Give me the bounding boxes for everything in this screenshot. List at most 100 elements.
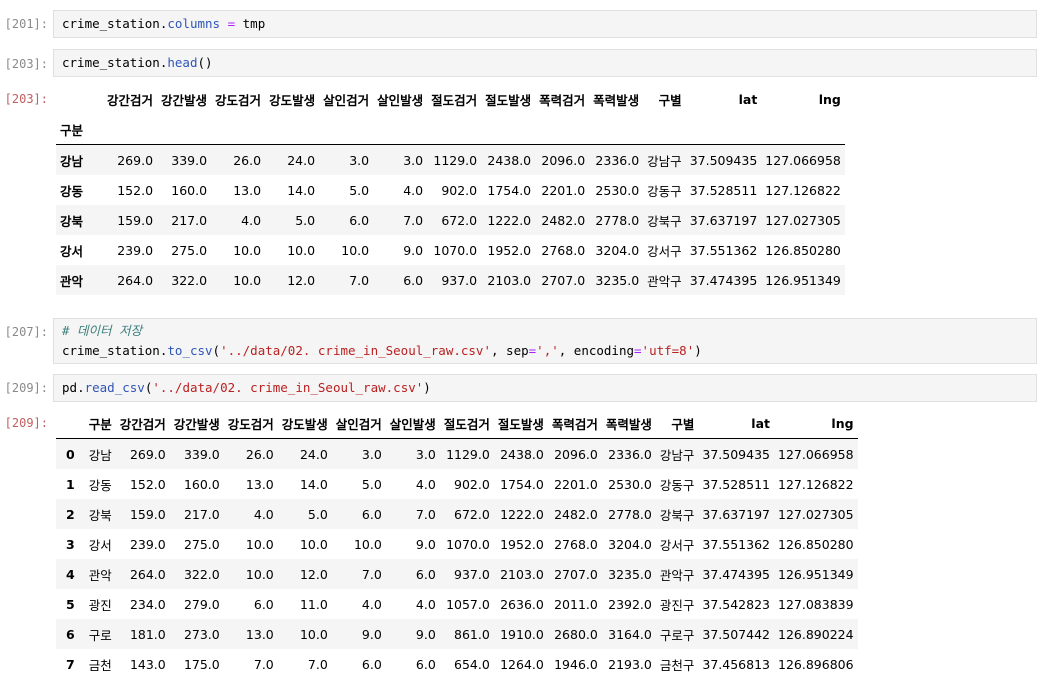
table-cell: 4.0 [241,212,262,228]
code-token: , encoding [558,343,635,358]
table-cell: 37.509435 [702,446,770,462]
code-cell[interactable]: crime_station.head() [53,49,1037,77]
table-cell: 1222.0 [487,212,532,228]
table-cell: 160.0 [171,182,208,198]
table-row: 7 금천 143.0 175.0 7.0 7.0 6.0 6.0 654.0 1264.0 1946… [56,649,858,679]
row-index: 3 [66,536,75,552]
header-spacer [643,114,686,145]
table-cell: 4.0 [415,596,436,612]
code-token: = [634,343,642,358]
column-header: 폭력검거 [547,408,602,439]
column-header: 폭력발생 [601,408,656,439]
table-cell: 339.0 [183,446,220,462]
code-token: 'utf=8' [641,343,695,358]
table-cell: 2096.0 [541,152,586,168]
table-cell: 37.637197 [702,506,770,522]
table-cell: 234.0 [129,596,166,612]
table-cell: 2336.0 [608,446,652,462]
column-header: 강도검거 [223,408,278,439]
code-cell[interactable]: # 데이터 저장 crime_station.to_csv('../data/0… [53,318,1037,364]
table-cell: 강서 [88,537,112,553]
code-token: , sep [491,343,529,358]
table-cell: 1129.0 [433,152,478,168]
code-line: pd.read_csv('../data/02. crime_in_Seoul_… [62,378,1028,398]
table-cell: 275.0 [183,536,220,552]
table-cell: 10.0 [245,536,274,552]
table-cell: 126.850280 [765,242,841,258]
column-header: 강도발생 [277,408,332,439]
table-cell: 339.0 [171,152,208,168]
table-cell: 7.0 [253,656,274,672]
table-cell: 3235.0 [608,566,652,582]
code-token: crime_station [62,343,160,358]
table-cell: 14.0 [287,182,316,198]
code-comment: # 데이터 저장 [62,323,143,338]
table-cell: 1952.0 [487,242,532,258]
column-header: 강간검거 [115,408,170,439]
table-cell: 127.083839 [778,596,854,612]
row-index: 6 [66,626,75,642]
table-cell: 강북구 [647,213,682,229]
table-cell: 937.0 [454,566,490,582]
table-row: 0 강남 269.0 339.0 26.0 24.0 3.0 3.0 1129.0 2438.0 2… [56,438,858,469]
table-cell: 1264.0 [500,656,544,672]
table-cell: 37.474395 [702,566,770,582]
table-cell: 6.0 [361,506,382,522]
row-index: 강북 [60,213,84,229]
header-spacer [319,114,374,145]
table-cell: 9.0 [403,242,424,258]
table-cell: 2707.0 [554,566,598,582]
table-cell: 관악 [88,567,112,583]
table-cell: 5.0 [361,476,382,492]
table-cell: 10.0 [353,536,382,552]
table-cell: 26.0 [233,152,262,168]
table-cell: 금천구 [659,657,695,673]
code-cell[interactable]: pd.read_csv('../data/02. crime_in_Seoul_… [53,374,1037,402]
table-cell: 37.528511 [702,476,770,492]
table-cell: 2530.0 [608,476,652,492]
table-cell: 13.0 [245,626,274,642]
table-cell: 159.0 [117,212,154,228]
table-cell: 24.0 [299,446,328,462]
row-index: 7 [66,656,75,672]
column-header: lat [698,408,774,439]
table-row: 강동 152.0 160.0 13.0 14.0 5.0 4.0 902.0 1754.0 220… [56,175,845,205]
table-cell: 269.0 [117,152,154,168]
table-cell: 217.0 [171,212,208,228]
table-row: 4 관악 264.0 322.0 10.0 12.0 7.0 6.0 937.0 2103.0 27… [56,559,858,589]
row-index: 강남 [60,153,84,169]
table-cell: 37.474395 [689,272,758,288]
code-line: crime_station.to_csv('../data/02. crime_… [62,341,1028,361]
table-cell: 1910.0 [500,626,544,642]
table-cell: 7.0 [403,212,424,228]
code-token: ',' [536,343,559,358]
table-cell: 37.551362 [689,242,758,258]
row-index: 강서 [60,243,84,259]
column-header: 절도발생 [493,408,548,439]
header-spacer [211,114,266,145]
column-header: lat [738,91,758,107]
table-cell: 37.507442 [702,626,770,642]
output-prompt: [203]: [4,92,48,106]
table-cell: 2482.0 [554,506,598,522]
table-cell: 143.0 [129,656,166,672]
table-cell: 3204.0 [595,242,640,258]
table-cell: 6.0 [403,272,424,288]
code-token: () [197,55,213,70]
table-cell: 175.0 [183,656,220,672]
table-cell: 3.0 [403,152,424,168]
header-spacer [103,114,158,145]
column-header: 구별 [655,408,699,439]
table-cell: 14.0 [299,476,328,492]
table-cell: 6.0 [349,212,370,228]
column-header: 강도검거 [215,92,262,108]
table-cell: 13.0 [233,182,262,198]
code-cell[interactable]: crime_station.columns = tmp [53,10,1037,38]
table-cell: 6.0 [415,656,436,672]
table-cell: 금천 [88,657,112,673]
code-line: crime_station.head() [62,53,1028,73]
table-cell: 6.0 [253,596,274,612]
table-cell: 269.0 [129,446,166,462]
table-cell: 37.456813 [702,656,770,672]
column-header: lng [818,91,841,107]
